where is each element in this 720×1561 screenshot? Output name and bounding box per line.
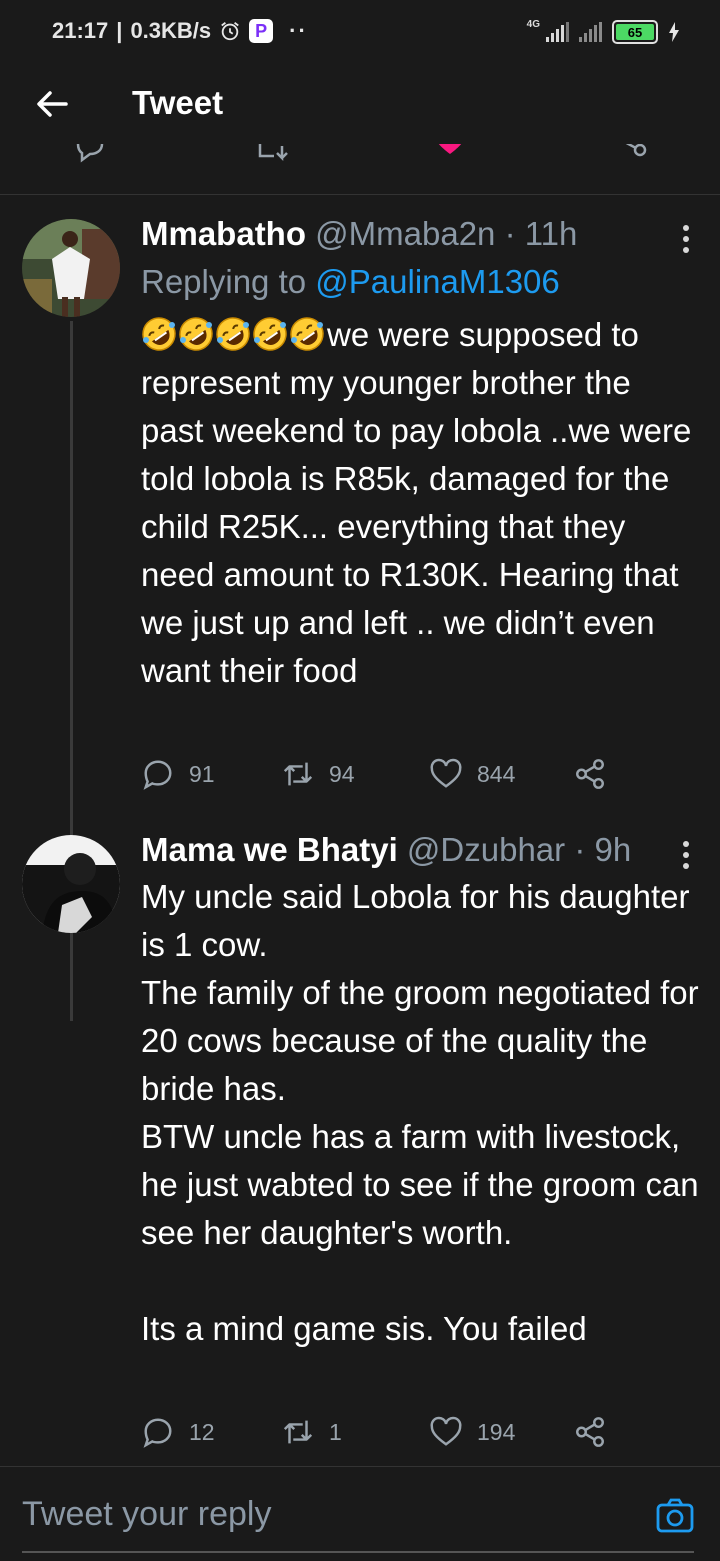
- reply-count: 12: [189, 1418, 215, 1445]
- signal-2-icon: [579, 22, 602, 42]
- page-title: Tweet: [132, 84, 224, 121]
- tweet-body: we were supposed to represent my younger…: [141, 316, 692, 689]
- heart-icon: [430, 1416, 462, 1446]
- rofl-emoji-icon: [252, 316, 288, 352]
- camera-icon[interactable]: [656, 1497, 694, 1535]
- tweet-paragraph: My uncle said Lobola for his daughter is…: [141, 878, 690, 963]
- tweet-actions: 91 94 844: [141, 757, 621, 797]
- network-type: 4G: [526, 18, 540, 30]
- rofl-emoji-group: [141, 316, 325, 352]
- like-action[interactable]: 194: [429, 1415, 515, 1449]
- more-options-icon[interactable]: [682, 841, 690, 874]
- avatar[interactable]: [22, 219, 120, 317]
- status-bar: 21:17 | 0.3KB/s P ·· 4G 65: [0, 0, 720, 66]
- status-speed: 0.3KB/s: [130, 18, 212, 43]
- like-count: 194: [477, 1418, 516, 1445]
- share-icon[interactable]: [612, 144, 648, 166]
- share-action[interactable]: [573, 757, 607, 791]
- reply-icon: [143, 1418, 172, 1448]
- tweet-paragraph: BTW uncle has a farm with livestock, he …: [141, 1118, 699, 1251]
- main-tweet-actions: [0, 144, 720, 195]
- retweet-action[interactable]: 1: [281, 1415, 342, 1449]
- reply-tweet[interactable]: Mmabatho @Mmaba2n · 11h Replying to @Pau…: [0, 195, 720, 1021]
- avatar-image: [22, 835, 120, 933]
- reply-count: 91: [189, 760, 215, 787]
- user-handle[interactable]: @Dzubhar: [407, 831, 565, 868]
- display-name[interactable]: Mmabatho: [141, 215, 306, 252]
- retweet-icon: [283, 1420, 313, 1444]
- like-action[interactable]: 844: [429, 757, 515, 791]
- battery-level: 65: [616, 24, 654, 40]
- heart-icon: [430, 758, 462, 788]
- like-count: 844: [477, 760, 516, 787]
- reply-input[interactable]: Tweet your reply: [22, 1495, 271, 1534]
- retweet-count: 94: [329, 760, 355, 787]
- retweet-count: 1: [329, 1418, 342, 1445]
- back-arrow-icon[interactable]: [34, 86, 70, 122]
- display-name[interactable]: Mama we Bhatyi: [141, 831, 398, 868]
- reply-icon[interactable]: [72, 144, 108, 166]
- share-icon: [576, 1417, 604, 1447]
- retweet-action[interactable]: 94: [281, 757, 355, 791]
- app-notification-icon: P: [249, 19, 274, 43]
- replying-handle-link[interactable]: @PaulinaM1306: [315, 263, 560, 300]
- reply-composer: Tweet your reply: [0, 1466, 720, 1561]
- tweet-header: Mmabatho @Mmaba2n · 11h: [141, 215, 578, 252]
- tweet-time: 11h: [524, 215, 578, 252]
- more-notifications-icon: ··: [289, 18, 308, 43]
- tweet-actions: 12 1 194: [141, 1415, 621, 1455]
- status-right: 4G 65: [526, 18, 680, 44]
- more-options-icon[interactable]: [682, 225, 690, 258]
- tweet-paragraph: The family of the groom negotiated for 2…: [141, 974, 699, 1107]
- rofl-emoji-icon: [141, 316, 177, 352]
- avatar-image: [22, 219, 120, 317]
- reply-action[interactable]: 91: [141, 757, 215, 791]
- tweet-paragraph: Its a mind game sis. You failed: [141, 1310, 587, 1347]
- rofl-emoji-icon: [178, 316, 214, 352]
- retweet-icon[interactable]: [254, 144, 294, 168]
- retweet-icon: [283, 762, 313, 786]
- tweet-text: we were supposed to represent my younger…: [141, 311, 701, 695]
- reply-icon: [143, 760, 172, 790]
- rofl-emoji-icon: [215, 316, 251, 352]
- reply-underline: [22, 1551, 694, 1553]
- tweet-header: Mama we Bhatyi @Dzubhar · 9h: [141, 831, 632, 868]
- status-left: 21:17 | 0.3KB/s P ··: [52, 18, 308, 43]
- reply-action[interactable]: 12: [141, 1415, 215, 1449]
- tweet-time: 9h: [594, 831, 632, 868]
- charging-icon: [669, 22, 679, 42]
- rofl-emoji-icon: [289, 316, 325, 352]
- signal-icon: [546, 22, 569, 42]
- replying-prefix: Replying to: [141, 263, 307, 300]
- share-icon: [576, 759, 604, 789]
- tweet-paragraph: [141, 1257, 701, 1305]
- tweet-text: My uncle said Lobola for his daughter is…: [141, 873, 701, 1353]
- status-time: 21:17: [52, 18, 109, 43]
- liked-heart-icon[interactable]: [432, 144, 468, 158]
- avatar[interactable]: [22, 835, 120, 933]
- battery-icon: 65: [612, 20, 658, 44]
- top-app-bar: Tweet: [0, 66, 720, 144]
- replying-to: Replying to @PaulinaM1306: [141, 263, 560, 301]
- user-handle[interactable]: @Mmaba2n: [315, 215, 495, 252]
- alarm-icon: [221, 22, 239, 41]
- reply-tweet-2[interactable]: Mama we Bhatyi @Dzubhar · 9h My uncle sa…: [0, 825, 720, 1465]
- share-action[interactable]: [573, 1415, 607, 1449]
